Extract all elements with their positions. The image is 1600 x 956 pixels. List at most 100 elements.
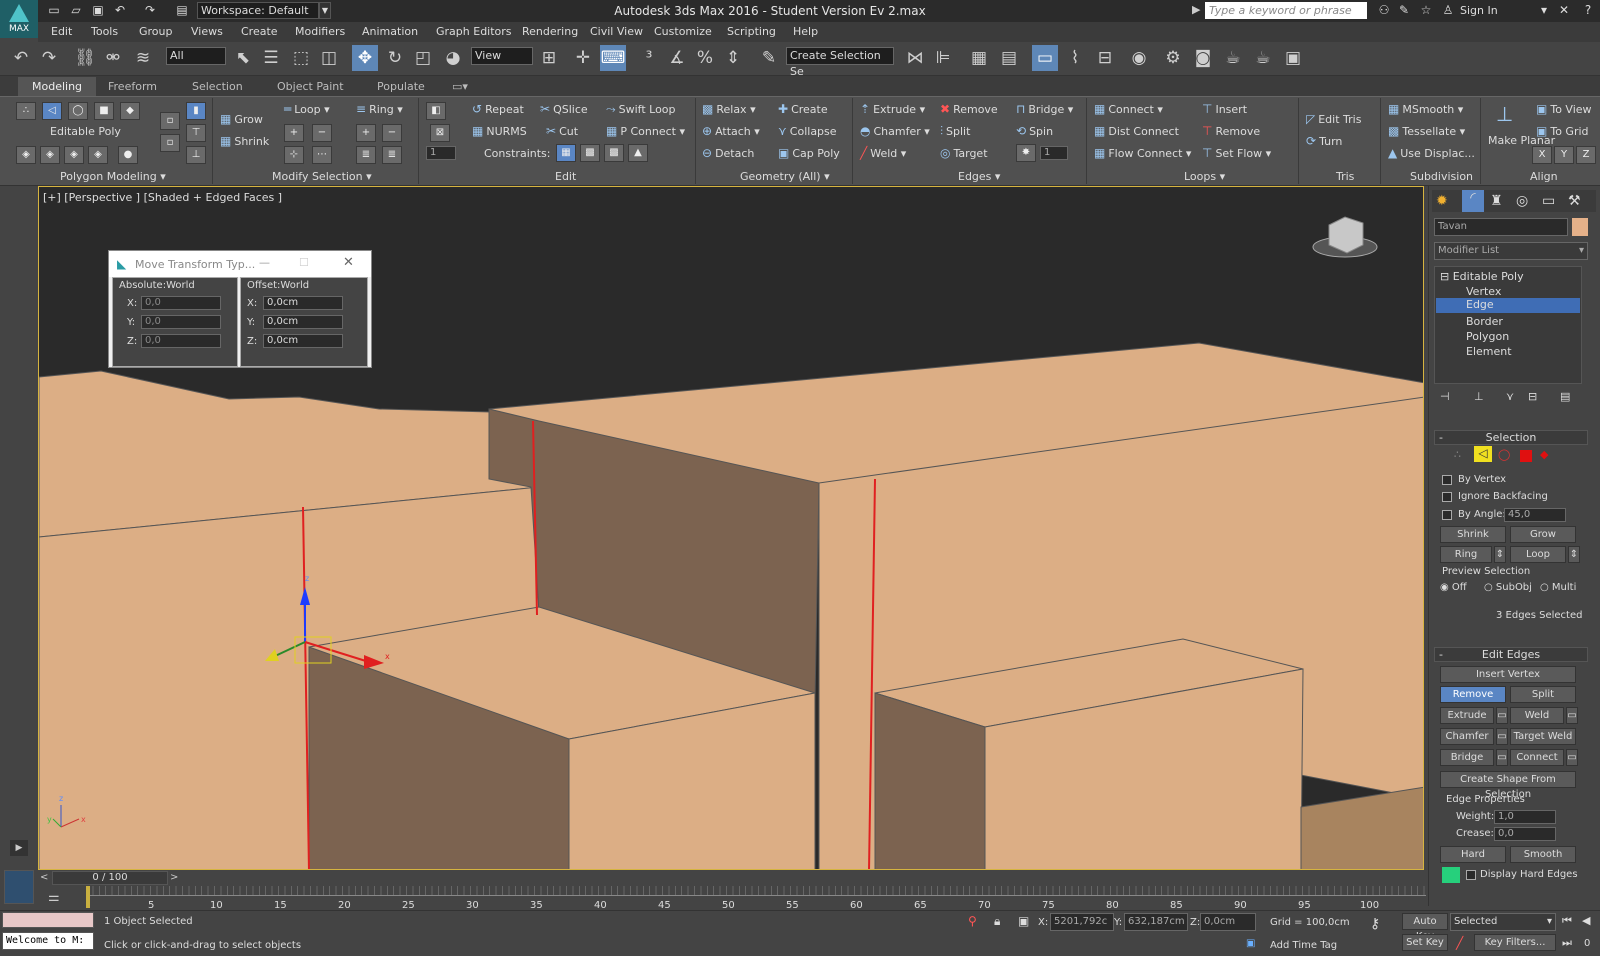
edge-sub-icon[interactable]: ◁ bbox=[1474, 446, 1492, 462]
render-production-icon[interactable]: ☕ bbox=[1220, 45, 1246, 71]
constraint-edge-icon[interactable]: ▩ bbox=[580, 144, 600, 162]
split-button[interactable]: Split bbox=[1510, 686, 1576, 703]
edit-named-selection-icon[interactable]: ✎ bbox=[756, 45, 782, 71]
save-icon[interactable]: ▣ bbox=[90, 3, 106, 18]
constraint-face-icon[interactable]: ▩ bbox=[604, 144, 624, 162]
auto-key-button[interactable]: Auto Key bbox=[1402, 913, 1448, 942]
remove-loop-button[interactable]: ⊤ Remove bbox=[1202, 124, 1260, 138]
make-unique-icon[interactable]: ⋎ bbox=[1506, 390, 1514, 403]
bridge-button[interactable]: ⊓ Bridge ▾ bbox=[1016, 102, 1073, 116]
grow-button[interactable]: ▦ Grow bbox=[220, 112, 263, 126]
stack-item-edge[interactable]: Edge bbox=[1436, 298, 1580, 313]
element-sub-icon[interactable]: ◆ bbox=[1540, 448, 1548, 461]
time-cursor[interactable] bbox=[86, 886, 90, 908]
create-shape-button[interactable]: Create Shape From Selection bbox=[1440, 771, 1576, 800]
use-displacement-button[interactable]: ▲ Use Displac... bbox=[1388, 146, 1475, 160]
remove-button[interactable]: Remove bbox=[1440, 686, 1506, 703]
align-y-button[interactable]: Y bbox=[1554, 146, 1574, 164]
motion-tab-icon[interactable]: ◎ bbox=[1516, 193, 1528, 209]
cap-poly-button[interactable]: ▣ Cap Poly bbox=[778, 146, 840, 160]
selection-lock-icon[interactable]: 🔒︎ bbox=[994, 914, 1000, 929]
scene-explorer-icon[interactable]: ▤ bbox=[996, 45, 1022, 71]
grow-button[interactable]: Grow bbox=[1510, 526, 1576, 543]
ignore-backfacing-checkbox[interactable] bbox=[1442, 492, 1452, 502]
named-selection-set-dropdown[interactable]: Create Selection Se bbox=[786, 47, 894, 78]
absolute-mode-icon[interactable]: ▣ bbox=[1018, 914, 1029, 928]
sign-in-link[interactable]: Sign In bbox=[1460, 4, 1498, 17]
scale-icon[interactable]: ◰ bbox=[410, 45, 436, 71]
undo-icon[interactable]: ↶ bbox=[112, 3, 128, 18]
viewport-label[interactable]: [+] [Perspective ] [Shaded + Edged Faces… bbox=[43, 191, 282, 204]
render-iterative-icon[interactable]: ☕ bbox=[1250, 45, 1276, 71]
stack-item-vertex[interactable]: Vertex bbox=[1466, 285, 1501, 298]
sub-object-icon[interactable]: ▫ bbox=[160, 112, 180, 130]
weld-button[interactable]: Weld bbox=[1510, 707, 1564, 724]
subscription-icon[interactable]: ✎ bbox=[1396, 3, 1412, 18]
ring-button[interactable]: ≡ Ring ▾ bbox=[356, 102, 403, 116]
key-filters-button[interactable]: Key Filters... bbox=[1474, 934, 1556, 951]
window-crossing-icon[interactable]: ◫ bbox=[316, 45, 342, 71]
swift-loop-button[interactable]: ⤳ Swift Loop bbox=[606, 102, 676, 117]
repeat-button[interactable]: ↺ Repeat bbox=[472, 102, 524, 116]
selection-rollout-header[interactable]: - Selection bbox=[1434, 430, 1588, 445]
panel-polygon-modeling[interactable]: Polygon Modeling ▾ bbox=[60, 170, 166, 183]
panel-geometry[interactable]: Geometry (All) ▾ bbox=[740, 170, 830, 183]
tessellate-button[interactable]: ▩ Tessellate ▾ bbox=[1388, 124, 1465, 138]
stack-item-polygon[interactable]: Polygon bbox=[1466, 330, 1509, 343]
material-editor-icon[interactable]: ◉ bbox=[1126, 45, 1152, 71]
loop-button[interactable]: ═ Loop ▾ bbox=[284, 102, 330, 116]
relax-button[interactable]: ▩ Relax ▾ bbox=[702, 102, 756, 116]
next-key-icon[interactable]: ⏭ bbox=[1562, 936, 1572, 950]
select-manipulate-icon[interactable]: ✛ bbox=[570, 45, 596, 71]
app-logo-icon[interactable]: MAX bbox=[0, 0, 38, 38]
spin-settings-icon[interactable]: ✸ bbox=[1016, 144, 1036, 162]
object-name-input[interactable]: Tavan bbox=[1434, 218, 1568, 236]
tab-object-paint[interactable]: Object Paint bbox=[277, 80, 344, 93]
by-angle-checkbox[interactable] bbox=[1442, 510, 1452, 520]
weld-settings-icon[interactable]: ▭ bbox=[1566, 707, 1578, 724]
modifier-list-dropdown[interactable]: Modifier List ▾ bbox=[1434, 242, 1588, 260]
sub-object2-icon[interactable]: ▫ bbox=[160, 134, 180, 152]
play-icon[interactable]: ▶ bbox=[10, 840, 28, 856]
edge-mode-icon[interactable]: ◁ bbox=[42, 102, 62, 120]
edit-edges-rollout-header[interactable]: - Edit Edges bbox=[1434, 647, 1588, 662]
rotate-icon[interactable]: ↻ bbox=[382, 45, 408, 71]
pin-stack-icon[interactable]: ⊥ bbox=[186, 146, 206, 164]
preserve-uvs-icon[interactable]: ◧ bbox=[426, 102, 446, 120]
show-end-result-icon[interactable]: ◈ bbox=[64, 146, 84, 164]
tab-selection[interactable]: Selection bbox=[192, 80, 243, 93]
remove-modifier-icon[interactable]: ⊟ bbox=[1528, 390, 1537, 403]
pin-stack-icon[interactable]: ⊣ bbox=[1440, 390, 1450, 403]
open-file-icon[interactable]: ▱ bbox=[68, 3, 84, 18]
constraint-normal-icon[interactable]: ▲ bbox=[628, 144, 648, 162]
abs-y-spinner[interactable]: 0,0 bbox=[141, 315, 221, 329]
collapse-stack-icon[interactable]: ◈ bbox=[88, 146, 108, 164]
previous-frame-icon[interactable]: ◀ bbox=[1582, 914, 1590, 927]
smooth-button[interactable]: Smooth bbox=[1510, 846, 1576, 863]
menu-edit[interactable]: Edit bbox=[51, 25, 72, 38]
border-mode-icon[interactable]: ◯ bbox=[68, 102, 88, 120]
shrink-button[interactable]: Shrink bbox=[1440, 526, 1506, 543]
angle-snap-icon[interactable]: ∡ bbox=[664, 45, 690, 71]
schematic-view-icon[interactable]: ⊟ bbox=[1092, 45, 1118, 71]
go-to-start-icon[interactable]: ⏮ bbox=[1562, 914, 1572, 928]
panel-loops[interactable]: Loops ▾ bbox=[1184, 170, 1225, 183]
element-mode-icon[interactable]: ◆ bbox=[120, 102, 140, 120]
pivot-center-icon[interactable]: ⊞ bbox=[536, 45, 562, 71]
isolate-selection-icon[interactable]: ⚲ bbox=[968, 914, 977, 928]
nurms-button[interactable]: ▦ NURMS bbox=[472, 124, 527, 138]
tab-modeling[interactable]: Modeling bbox=[18, 77, 97, 96]
mirror-icon[interactable]: ⋈ bbox=[902, 45, 928, 71]
render-setup-icon[interactable]: ⚙ bbox=[1160, 45, 1186, 71]
viewcube-icon[interactable] bbox=[1328, 216, 1364, 254]
weight-spinner[interactable]: 1,0 bbox=[1494, 810, 1556, 824]
loop-button[interactable]: Loop bbox=[1510, 546, 1566, 563]
mini-curve-editor-icon[interactable] bbox=[4, 870, 34, 904]
panel-modify-selection[interactable]: Modify Selection ▾ bbox=[272, 170, 372, 183]
stack-item-editable-poly[interactable]: ⊟ Editable Poly bbox=[1440, 270, 1524, 283]
constraint-icon[interactable]: ⊤ bbox=[186, 124, 206, 142]
weld-button[interactable]: ╱ Weld ▾ bbox=[860, 146, 906, 160]
curve-editor-icon[interactable]: ⌇ bbox=[1062, 45, 1088, 71]
set-key-button[interactable]: Set Key bbox=[1402, 934, 1448, 951]
to-view-button[interactable]: ▣ To View bbox=[1536, 102, 1592, 116]
